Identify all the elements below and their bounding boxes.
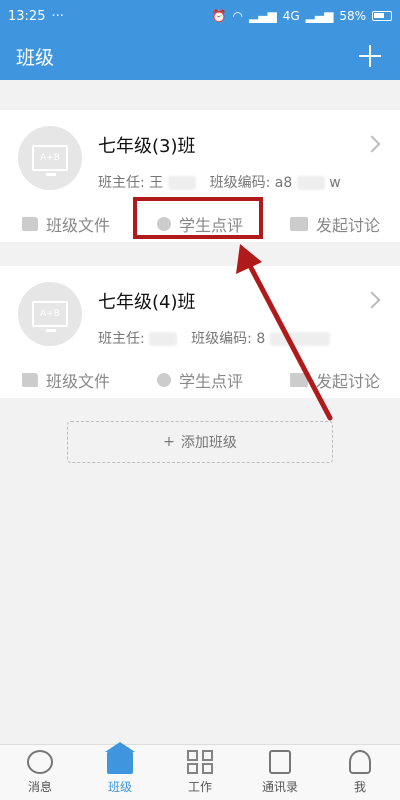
nav-item-me[interactable]: 我 [328,750,392,795]
start-discussion-label: 发起讨论 [315,372,380,391]
annotation-highlight-box [133,197,263,239]
blackboard-icon: A+B [32,301,68,332]
nav-item-classes[interactable]: 班级 [88,742,152,795]
grid-icon [187,750,213,774]
home-icon [105,742,135,774]
chevron-right-icon[interactable] [363,291,381,309]
signal-icon: ▂▄▆ [249,9,277,23]
blackboard-icon: A+B [32,145,68,176]
class-avatar: A+B [18,282,82,346]
class-actions: 班级文件 学生点评 发起讨论 [0,362,400,398]
status-bar: 13:25 ··· ⏰ ◠ ▂▄▆ 4G ▂▄▆ 58% [0,0,400,32]
plus-icon: + [163,434,175,450]
wifi-icon: ◠ [232,9,244,23]
start-discussion-button[interactable]: 发起讨论 [289,368,380,392]
network-type: 4G [282,9,300,23]
class-meta: 班主任: 班级编码: 8 [98,328,330,348]
folder-icon [22,217,38,231]
blurred-text [149,332,178,346]
battery-icon [372,11,392,21]
bottom-nav: 消息 班级 工作 通讯录 我 [0,742,400,800]
student-review-button[interactable]: 学生点评 [156,368,243,392]
battery-level: 58% [339,9,366,23]
teacher-label: 班主任: [98,175,145,191]
start-discussion-button[interactable]: 发起讨论 [289,212,380,236]
status-right: ⏰ ◠ ▂▄▆ 4G ▂▄▆ 58% [212,9,392,23]
nav-item-messages[interactable]: 消息 [8,750,72,795]
status-dots: ··· [51,8,64,24]
blurred-text [269,332,330,346]
class-code-value: 8 [256,331,266,347]
class-card[interactable]: A+B 七年级(4)班 班主任: 班级编码: 8 班级文件 学生点评 发起讨论 [0,266,400,398]
class-files-button[interactable]: 班级文件 [22,368,110,392]
nav-item-work[interactable]: 工作 [168,750,232,795]
teacher-info: 班主任: 王 [98,172,196,192]
teacher-info: 班主任: [98,328,178,348]
nav-label: 工作 [187,780,212,794]
comment-icon [156,373,171,387]
class-name: 七年级(4)班 [98,292,196,313]
blurred-text [167,176,196,190]
message-icon [27,750,53,774]
plus-icon[interactable] [356,42,384,70]
class-code-info: 班级编码: 8 [191,328,330,348]
chevron-right-icon[interactable] [363,135,381,153]
blurred-text [296,176,325,190]
add-class-button[interactable]: + 添加班级 [67,421,333,463]
contacts-icon [269,750,291,774]
signal-icon-2: ▂▄▆ [305,9,334,23]
folder-icon [22,373,38,387]
page-title: 班级 [16,46,55,69]
nav-item-contacts[interactable]: 通讯录 [248,750,312,795]
class-files-label: 班级文件 [46,216,111,235]
status-left: 13:25 ··· [8,9,64,24]
alarm-icon: ⏰ [211,9,227,23]
nav-label: 消息 [27,780,52,794]
add-class-label: 添加班级 [180,435,237,451]
class-name: 七年级(3)班 [98,136,196,157]
class-files-label: 班级文件 [46,372,111,391]
student-review-label: 学生点评 [178,372,243,391]
class-code-label: 班级编码: [209,175,271,191]
start-discussion-label: 发起讨论 [315,216,380,235]
status-time: 13:25 [8,8,46,24]
teacher-value: 王 [149,175,164,191]
discussion-icon [289,373,308,387]
teacher-label: 班主任: [98,331,145,347]
class-meta: 班主任: 王 班级编码: a8 w [98,172,341,192]
nav-label: 班级 [107,780,132,794]
nav-label: 我 [353,780,366,794]
class-code-value: a8 [274,175,293,191]
class-files-button[interactable]: 班级文件 [22,212,110,236]
class-code-label: 班级编码: [191,331,252,347]
discussion-icon [289,217,308,231]
class-avatar: A+B [18,126,82,190]
class-code-suffix: w [329,175,341,191]
person-icon [349,750,371,774]
class-code-info: 班级编码: a8 w [210,172,341,192]
app-bar: 班级 [0,32,400,80]
nav-label: 通讯录 [261,780,298,794]
